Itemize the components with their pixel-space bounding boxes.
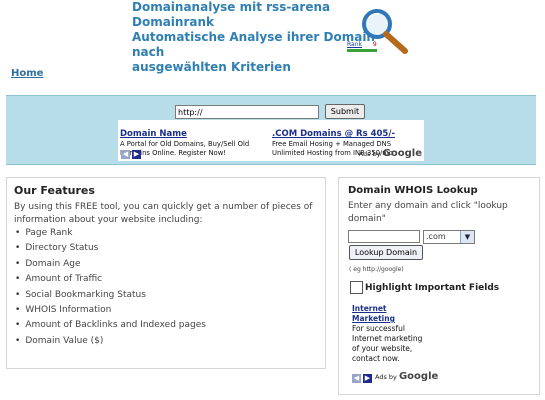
google-label: Google bbox=[382, 148, 422, 159]
whois-ad-text: For successful Internet marketing of you… bbox=[352, 324, 423, 363]
list-item: Directory Status bbox=[15, 241, 206, 256]
google-label: Google bbox=[398, 371, 439, 382]
prev-ad-icon[interactable]: ◀ bbox=[352, 374, 361, 383]
whois-panel: Domain WHOIS Lookup Enter any domain and… bbox=[338, 177, 540, 395]
features-intro: By using this FREE tool, you can quickly… bbox=[14, 202, 313, 225]
chevron-down-icon[interactable]: ▼ bbox=[460, 231, 474, 243]
lookup-domain-button[interactable]: Lookup Domain bbox=[349, 245, 423, 260]
ads-by-label: Ads by bbox=[375, 373, 397, 381]
top-ad-block: Domain Name A Portal for Old Domains, Bu… bbox=[118, 120, 424, 161]
example-text: ( eg http://google) bbox=[349, 266, 404, 273]
prev-ad-icon[interactable]: ◀ bbox=[121, 150, 130, 159]
next-ad-icon[interactable]: ▶ bbox=[132, 150, 141, 159]
list-item: Amount of Backlinks and Indexed pages bbox=[15, 318, 206, 333]
url-input[interactable] bbox=[175, 105, 319, 119]
top-ad-1-text: A Portal for Old Domains, Buy/Sell Old D… bbox=[120, 140, 250, 157]
whois-ad-title[interactable]: Internet Marketing bbox=[352, 304, 424, 324]
home-link[interactable]: Home bbox=[11, 68, 43, 79]
ads-by-google[interactable]: Ads by Google bbox=[359, 148, 422, 159]
top-ad-1-title[interactable]: Domain Name bbox=[120, 129, 187, 139]
list-item: Amount of Traffic bbox=[15, 272, 206, 287]
list-item: Domain Age bbox=[15, 257, 206, 272]
list-item: Social Bookmarking Status bbox=[15, 288, 206, 303]
title-line-3: ausgewählten Kriterien bbox=[132, 60, 291, 74]
list-item: Domain Value ($) bbox=[15, 334, 206, 349]
submit-button[interactable]: Submit bbox=[325, 104, 365, 119]
whois-ad: Internet Marketing For successful Intern… bbox=[352, 304, 424, 364]
ads-by-label: Ads by bbox=[358, 150, 381, 158]
next-ad-icon[interactable]: ▶ bbox=[363, 374, 372, 383]
ads-by-google[interactable]: Ads by Google bbox=[375, 371, 438, 382]
whois-heading: Domain WHOIS Lookup bbox=[348, 185, 478, 196]
rank-badge: Rank 9 bbox=[347, 41, 377, 49]
tld-selected: .com bbox=[426, 232, 446, 241]
rank-label: Rank bbox=[347, 41, 362, 48]
features-heading: Our Features bbox=[14, 184, 95, 197]
highlight-checkbox[interactable] bbox=[350, 281, 363, 294]
top-ad-2-title[interactable]: .COM Domains @ Rs 405/- bbox=[272, 129, 395, 139]
tld-select[interactable]: .com ▼ bbox=[423, 230, 475, 244]
top-ad-1: Domain Name A Portal for Old Domains, Bu… bbox=[120, 121, 265, 157]
list-item: Page Rank bbox=[15, 226, 206, 241]
highlight-label: Highlight Important Fields bbox=[365, 283, 500, 293]
rank-bar bbox=[347, 49, 377, 52]
domain-input[interactable] bbox=[348, 230, 420, 243]
features-panel: Our Features By using this FREE tool, yo… bbox=[6, 177, 326, 369]
list-item: WHOIS Information bbox=[15, 303, 206, 318]
features-list: Page Rank Directory Status Domain Age Am… bbox=[15, 226, 206, 349]
whois-intro: Enter any domain and click "lookup domai… bbox=[348, 201, 508, 224]
rank-value: 9 bbox=[372, 41, 377, 48]
